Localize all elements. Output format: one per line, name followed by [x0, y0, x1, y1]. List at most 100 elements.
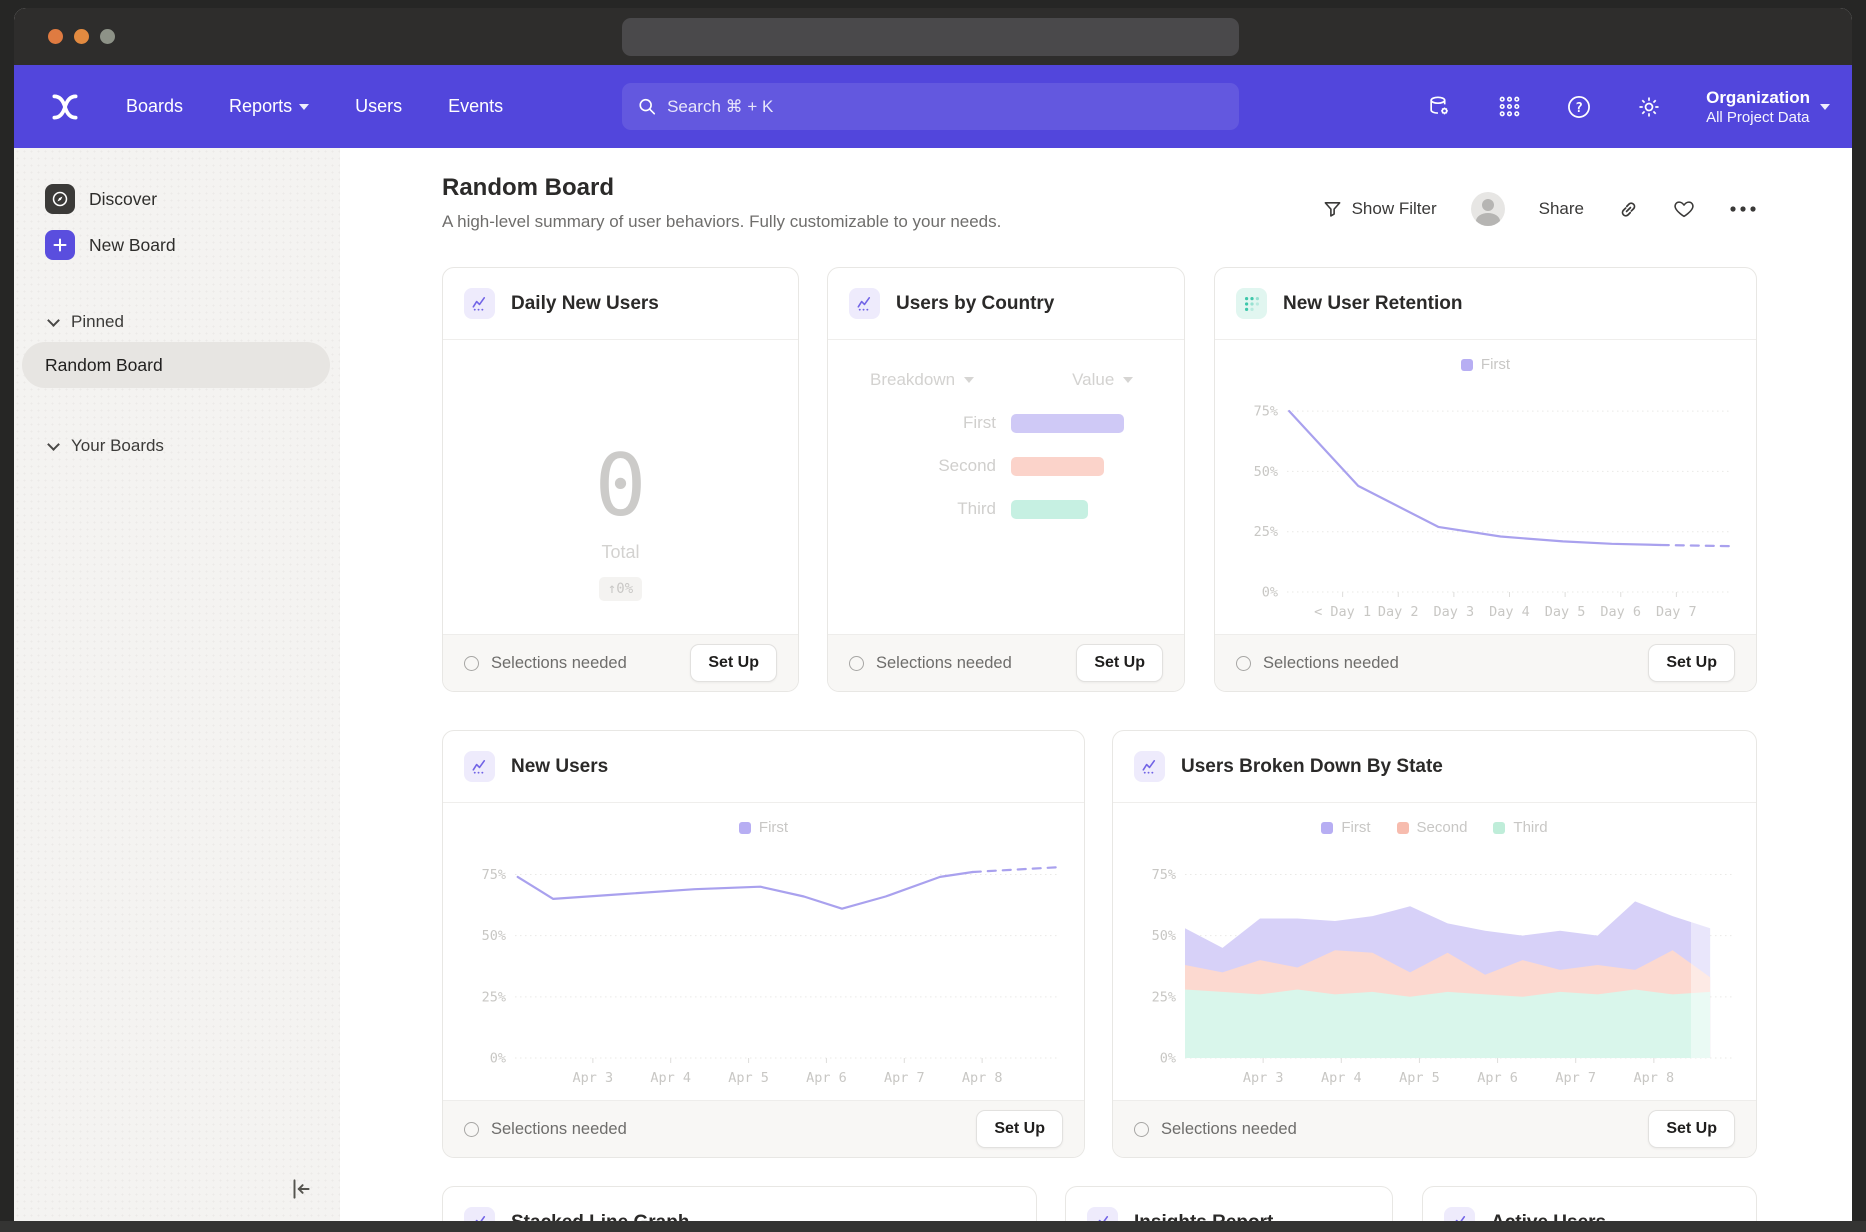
card-header: Daily New Users: [443, 268, 798, 340]
chevron-down-icon: [964, 377, 974, 383]
svg-text:Apr 7: Apr 7: [884, 1070, 925, 1086]
svg-text:Day 7: Day 7: [1656, 604, 1697, 620]
show-filter-button[interactable]: Show Filter: [1323, 199, 1437, 219]
window-controls: [48, 29, 115, 44]
legend-label: First: [1481, 356, 1510, 373]
show-filter-label: Show Filter: [1352, 199, 1437, 219]
set-up-button[interactable]: Set Up: [1648, 1110, 1735, 1148]
help-icon[interactable]: ?: [1566, 94, 1592, 120]
copy-link-button[interactable]: [1618, 199, 1639, 220]
sidebar-label-random-board: Random Board: [45, 355, 163, 376]
card-active-users: Active Users: [1422, 1186, 1757, 1222]
settings-gear-icon[interactable]: [1636, 94, 1662, 120]
legend-swatch: [739, 822, 751, 834]
nav-label-events: Events: [448, 96, 503, 117]
status-circle-icon: [849, 656, 864, 671]
legend-label: First: [1341, 819, 1370, 836]
svg-text:Day 3: Day 3: [1434, 604, 1475, 620]
sidebar-section-label-pinned: Pinned: [71, 312, 124, 332]
nav-item-boards[interactable]: Boards: [126, 96, 183, 117]
search-input[interactable]: [667, 97, 1223, 117]
chevron-down-icon: [1123, 377, 1133, 383]
insights-chart-icon: [464, 751, 495, 782]
breakdown-dropdown[interactable]: Breakdown: [870, 370, 974, 390]
country-bar: [1011, 500, 1088, 519]
sidebar-section-pinned[interactable]: Pinned: [49, 312, 340, 332]
link-icon: [1618, 199, 1639, 220]
metric-delta-badge: ↑0%: [599, 577, 642, 601]
org-switcher[interactable]: Organization All Project Data: [1706, 87, 1830, 127]
status-text: Selections needed: [876, 654, 1012, 673]
svg-text:Day 4: Day 4: [1489, 604, 1530, 620]
set-up-button[interactable]: Set Up: [1648, 644, 1735, 682]
sidebar-label-discover: Discover: [89, 189, 157, 210]
retention-grid-icon: [1236, 288, 1267, 319]
sidebar-item-random-board[interactable]: Random Board: [22, 342, 330, 388]
ellipsis-icon: [1729, 204, 1757, 214]
svg-text:Apr 7: Apr 7: [1555, 1070, 1596, 1086]
more-options-button[interactable]: [1729, 204, 1757, 214]
page-title: Random Board: [442, 174, 614, 202]
sidebar-section-label-your-boards: Your Boards: [71, 436, 164, 456]
avatar[interactable]: [1471, 192, 1505, 226]
card-footer: Selections needed Set Up: [828, 634, 1184, 691]
country-row-label: Third: [828, 499, 996, 519]
close-window-button[interactable]: [48, 29, 63, 44]
share-button[interactable]: Share: [1539, 199, 1584, 219]
data-management-icon[interactable]: [1426, 94, 1452, 120]
status-circle-icon: [1236, 656, 1251, 671]
nav-item-users[interactable]: Users: [355, 96, 402, 117]
country-row: First: [828, 413, 1184, 433]
svg-text:Apr 6: Apr 6: [1477, 1070, 1518, 1086]
country-bar-rows: First Second Third: [828, 413, 1184, 519]
sidebar-item-new-board[interactable]: New Board: [45, 222, 340, 268]
mixpanel-logo-icon[interactable]: [50, 92, 80, 122]
value-label: Value: [1072, 370, 1114, 390]
org-name: Organization: [1706, 87, 1810, 110]
svg-text:Apr 8: Apr 8: [962, 1070, 1003, 1086]
global-search[interactable]: [622, 83, 1239, 130]
zoom-window-button[interactable]: [100, 29, 115, 44]
status-circle-icon: [464, 1122, 479, 1137]
country-bar: [1011, 457, 1104, 476]
app-window: Boards Reports Users Events: [14, 8, 1852, 1222]
country-row-label: First: [828, 413, 996, 433]
sidebar-section-your-boards[interactable]: Your Boards: [49, 436, 340, 456]
nav-item-events[interactable]: Events: [448, 96, 503, 117]
insights-chart-icon: [464, 288, 495, 319]
sidebar-item-discover[interactable]: Discover: [45, 176, 340, 222]
card-header: Users by Country: [828, 268, 1184, 340]
top-navbar: Boards Reports Users Events: [14, 65, 1852, 148]
svg-text:0%: 0%: [1160, 1051, 1176, 1067]
card-header: Stacked Line Graph: [443, 1187, 1036, 1222]
sidebar-collapse-icon[interactable]: [288, 1176, 314, 1202]
country-row: Second: [828, 456, 1184, 476]
board-actions: Show Filter Share: [1323, 192, 1757, 226]
set-up-button[interactable]: Set Up: [690, 644, 777, 682]
card-header: New User Retention: [1215, 268, 1756, 340]
status-text: Selections needed: [1263, 654, 1399, 673]
card-header: New Users: [443, 731, 1084, 803]
legend-swatch: [1461, 359, 1473, 371]
value-dropdown[interactable]: Value: [1072, 370, 1133, 390]
minimize-window-button[interactable]: [74, 29, 89, 44]
nav-item-reports[interactable]: Reports: [229, 96, 309, 117]
legend-label: Third: [1513, 819, 1547, 836]
browser-address-bar[interactable]: [622, 18, 1239, 56]
chevron-down-icon: [47, 438, 60, 451]
svg-text:Apr 4: Apr 4: [650, 1070, 691, 1086]
set-up-button[interactable]: Set Up: [976, 1110, 1063, 1148]
funnel-icon: [1323, 200, 1342, 219]
breakdown-label: Breakdown: [870, 370, 955, 390]
apps-grid-icon[interactable]: [1496, 94, 1522, 120]
card-footer: Selections needed Set Up: [1215, 634, 1756, 691]
set-up-button[interactable]: Set Up: [1076, 644, 1163, 682]
card-footer: Selections needed Set Up: [443, 634, 798, 691]
favorite-button[interactable]: [1673, 198, 1695, 220]
legend-item: Third: [1493, 819, 1547, 836]
svg-text:Day 2: Day 2: [1378, 604, 1419, 620]
card-title: Users by Country: [896, 293, 1054, 315]
svg-text:?: ?: [1575, 100, 1583, 115]
status-text: Selections needed: [1161, 1120, 1297, 1139]
svg-text:50%: 50%: [1254, 464, 1278, 480]
